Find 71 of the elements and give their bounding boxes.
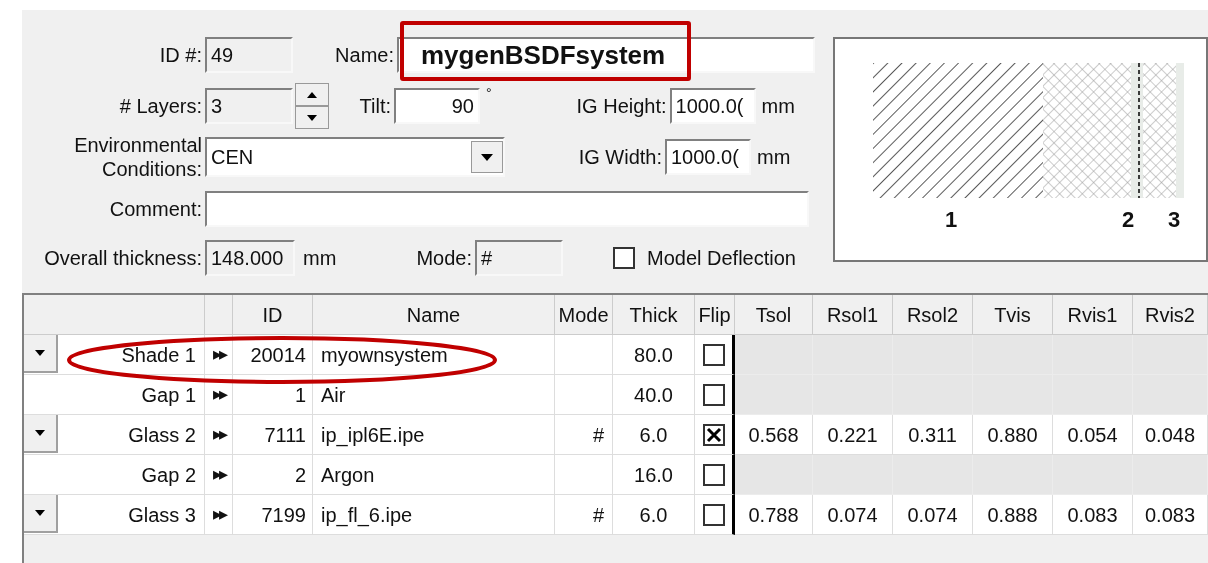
unit-label: mm — [757, 145, 791, 170]
expand-arrows[interactable]: ▸▸ — [212, 461, 225, 488]
flip-checkbox[interactable] — [702, 423, 725, 446]
ig-height-field[interactable]: 1000.0( — [669, 88, 756, 124]
layer-label: Glass 2 — [128, 422, 196, 448]
spinner[interactable] — [295, 83, 329, 129]
layer-number: 2 — [1122, 206, 1135, 234]
ig-width-field[interactable]: 1000.0( — [665, 139, 751, 175]
name-label: Name: — [334, 43, 395, 68]
down-arrow-icon — [307, 114, 317, 121]
caret-icon — [35, 510, 45, 516]
deflection-checkbox[interactable] — [613, 247, 635, 269]
unit-label: mm — [761, 94, 795, 119]
tilt-label: Tilt: — [358, 94, 392, 119]
table-cell: 0.048 — [1133, 415, 1208, 455]
table-cell: 6.0 — [613, 495, 695, 535]
flip-checkbox[interactable] — [702, 503, 725, 526]
tilt-field[interactable]: 90 — [394, 88, 480, 124]
table-cell: 0.074 — [813, 495, 893, 535]
table-cell: 0.083 — [1053, 495, 1133, 535]
table-cell: 7199 — [233, 495, 313, 535]
table-cell: # — [555, 495, 613, 535]
layer-label: Gap 1 — [141, 382, 196, 408]
environment-dropdown[interactable]: CEN — [205, 137, 505, 177]
name-field[interactable]: mygenBSDFsystem — [397, 37, 815, 73]
flip-checkbox[interactable] — [702, 343, 725, 366]
layer-label: Shade 1 — [121, 342, 196, 368]
row-dropdown-button[interactable] — [24, 495, 58, 533]
table-cell: 0.788 — [735, 495, 813, 535]
expand-arrows[interactable]: ▸▸ — [212, 341, 225, 368]
ig-height-label: IG Height: — [575, 94, 668, 119]
environment-label: Environmental — [74, 133, 202, 157]
id-field[interactable]: 49 — [205, 37, 293, 73]
table-cell: 0.311 — [893, 415, 973, 455]
mode-label: Mode: — [415, 246, 473, 271]
mode-field[interactable]: # — [475, 240, 563, 276]
row-dropdown-button[interactable] — [24, 415, 58, 453]
flip-checkbox[interactable] — [702, 463, 725, 486]
unit-label: mm — [303, 246, 338, 271]
caret-icon — [481, 153, 493, 161]
row-dropdown-button[interactable] — [24, 335, 58, 373]
ig-width-label: IG Width: — [577, 145, 663, 170]
table-cell: 0.888 — [973, 495, 1053, 535]
layers-field[interactable]: 3 — [205, 88, 293, 124]
layer-number: 3 — [1168, 206, 1181, 234]
environment-label: Conditions: — [101, 157, 202, 181]
thickness-field[interactable]: 148.000 — [205, 240, 295, 276]
flip-checkbox[interactable] — [702, 383, 725, 406]
table-cell: 0.074 — [893, 495, 973, 535]
layers-label: # Layers: — [118, 94, 203, 119]
layer-label: Glass 3 — [128, 502, 196, 528]
expand-arrows[interactable]: ▸▸ — [212, 501, 225, 528]
comment-label: Comment: — [108, 197, 203, 222]
deflection-label: Model Deflection — [647, 246, 796, 271]
caret-icon — [35, 350, 45, 356]
table-cell: 0.054 — [1053, 415, 1133, 455]
layer-label: Gap 2 — [141, 462, 196, 488]
caret-icon — [35, 430, 45, 436]
expand-arrows[interactable]: ▸▸ — [212, 421, 225, 448]
table-cell: 0.568 — [735, 415, 813, 455]
comment-field[interactable] — [205, 191, 809, 227]
up-arrow-icon — [307, 91, 317, 98]
table-cell: 0.221 — [813, 415, 893, 455]
table-cell: ip_fl_6.ipe — [313, 495, 555, 535]
table-cell: 0.880 — [973, 415, 1053, 455]
table-cell: 0.083 — [1133, 495, 1208, 535]
expand-arrows[interactable]: ▸▸ — [212, 381, 225, 408]
thickness-label: Overall thickness: — [43, 246, 203, 271]
degree-unit: ° — [486, 84, 492, 103]
layer-number: 1 — [945, 206, 958, 234]
id-label: ID #: — [158, 43, 203, 68]
